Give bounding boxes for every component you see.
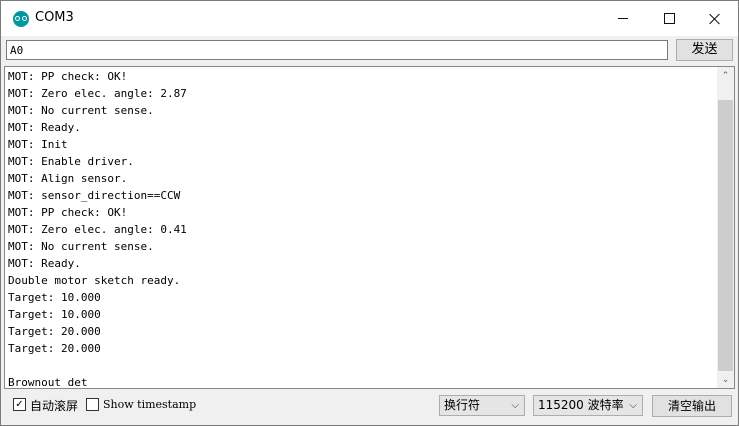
minimize-icon [618,18,628,19]
minimize-button[interactable] [600,1,646,36]
output-line: MOT: Init [8,138,68,151]
output-line: Brownout det [8,376,88,389]
output-line: MOT: PP check: OK! [8,206,128,219]
chevron-down-icon: ⌵ [511,400,519,411]
output-line: MOT: Enable driver. [8,155,134,168]
window-title: COM3 [35,10,74,25]
serial-output[interactable]: MOT: PP check: OK! MOT: Zero elec. angle:… [4,66,735,389]
output-text: MOT: PP check: OK! MOT: Zero elec. angle:… [8,68,716,391]
chevron-up-icon: ⌃ [721,70,730,81]
close-button[interactable] [692,1,738,36]
output-line: MOT: PP check: OK! [8,70,128,83]
checkmark-icon: ✓ [15,398,24,410]
output-line: MOT: Zero elec. angle: 0.41 [8,223,187,236]
maximize-icon [663,13,675,24]
output-line: Target: 20.000 [8,342,101,355]
output-line: MOT: No current sense. [8,104,154,117]
bottom-bar: ✓ 自动滚屏 Show timestamp 换行符 ⌵ 115200 波特率 ⌵… [1,391,738,423]
timestamp-label: Show timestamp [103,398,197,411]
baud-rate-value: 115200 波特率 [538,398,624,412]
line-ending-select[interactable]: 换行符 ⌵ [439,395,525,416]
scroll-down-button[interactable]: ⌄ [717,371,734,388]
line-ending-value: 换行符 [444,398,481,412]
output-line: Target: 10.000 [8,308,101,321]
timestamp-checkbox[interactable] [86,398,99,411]
chevron-down-icon: ⌄ [721,374,730,385]
title-bar[interactable]: COM3 [1,1,738,36]
output-line: MOT: Ready. [8,121,81,134]
send-button[interactable]: 发送 [676,39,733,61]
output-line: MOT: sensor_direction==CCW [8,189,181,202]
autoscroll-label: 自动滚屏 [30,399,79,413]
vertical-scrollbar[interactable]: ⌃ ⌄ [717,67,734,388]
arduino-icon [13,11,29,27]
send-input[interactable] [6,40,668,60]
baud-rate-select[interactable]: 115200 波特率 ⌵ [533,395,643,416]
output-line: MOT: Ready. [8,257,81,270]
output-line: Target: 10.000 [8,291,101,304]
chevron-down-icon: ⌵ [629,400,637,411]
close-icon [709,13,721,25]
maximize-button[interactable] [646,1,692,36]
output-line: Double motor sketch ready. [8,274,181,287]
output-line: MOT: Zero elec. angle: 2.87 [8,87,187,100]
output-line: Target: 20.000 [8,325,101,338]
scroll-up-button[interactable]: ⌃ [717,67,734,84]
serial-monitor-window: COM3 发送 MOT: PP check: OK! MOT: Zero elec… [0,0,739,426]
output-line: MOT: No current sense. [8,240,154,253]
clear-output-button[interactable]: 清空输出 [652,395,732,417]
autoscroll-checkbox[interactable]: ✓ [13,398,26,411]
output-line: MOT: Align sensor. [8,172,128,185]
scrollbar-thumb[interactable] [718,100,733,371]
